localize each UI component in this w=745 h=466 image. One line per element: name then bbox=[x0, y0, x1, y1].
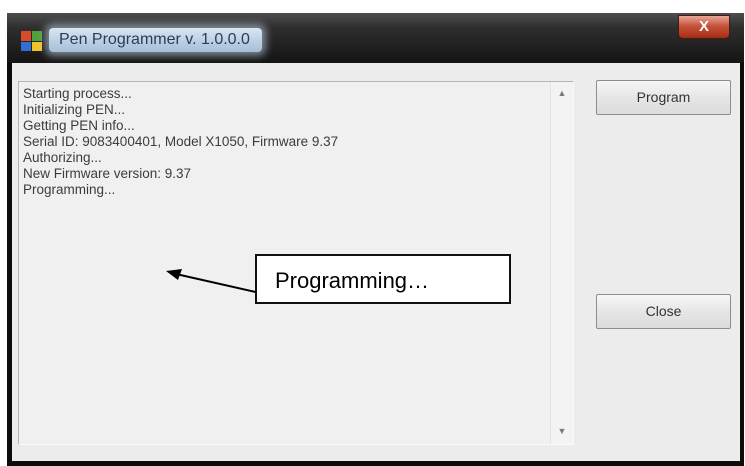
close-icon: X bbox=[698, 18, 709, 35]
title-bar[interactable]: Pen Programmer v. 1.0.0.0 X bbox=[7, 13, 744, 63]
pen-programmer-window: Pen Programmer v. 1.0.0.0 X Starting pro… bbox=[7, 13, 744, 466]
log-line: Getting PEN info... bbox=[23, 118, 135, 133]
client-area: Starting process... Initializing PEN... … bbox=[12, 63, 740, 461]
log-line: Initializing PEN... bbox=[23, 102, 126, 117]
left-arrow-icon bbox=[166, 269, 261, 294]
vertical-scrollbar[interactable]: ▲ ▼ bbox=[550, 82, 573, 444]
close-button[interactable]: Close bbox=[596, 294, 731, 329]
window-close-button[interactable]: X bbox=[678, 15, 730, 39]
window-title: Pen Programmer v. 1.0.0.0 bbox=[49, 28, 262, 52]
annotation-callout: Programming… bbox=[255, 254, 511, 304]
log-line: Serial ID: 9083400401, Model X1050, Firm… bbox=[23, 134, 339, 149]
log-line: Starting process... bbox=[23, 86, 132, 101]
log-line: Authorizing... bbox=[23, 150, 102, 165]
app-icon bbox=[21, 31, 42, 51]
program-button[interactable]: Program bbox=[596, 80, 731, 115]
scroll-down-arrow-icon[interactable]: ▼ bbox=[551, 422, 573, 440]
log-line: New Firmware version: 9.37 bbox=[23, 166, 192, 181]
log-lines: Starting process... Initializing PEN... … bbox=[23, 86, 543, 198]
log-line: Programming... bbox=[23, 182, 116, 197]
scroll-up-arrow-icon[interactable]: ▲ bbox=[551, 84, 573, 102]
